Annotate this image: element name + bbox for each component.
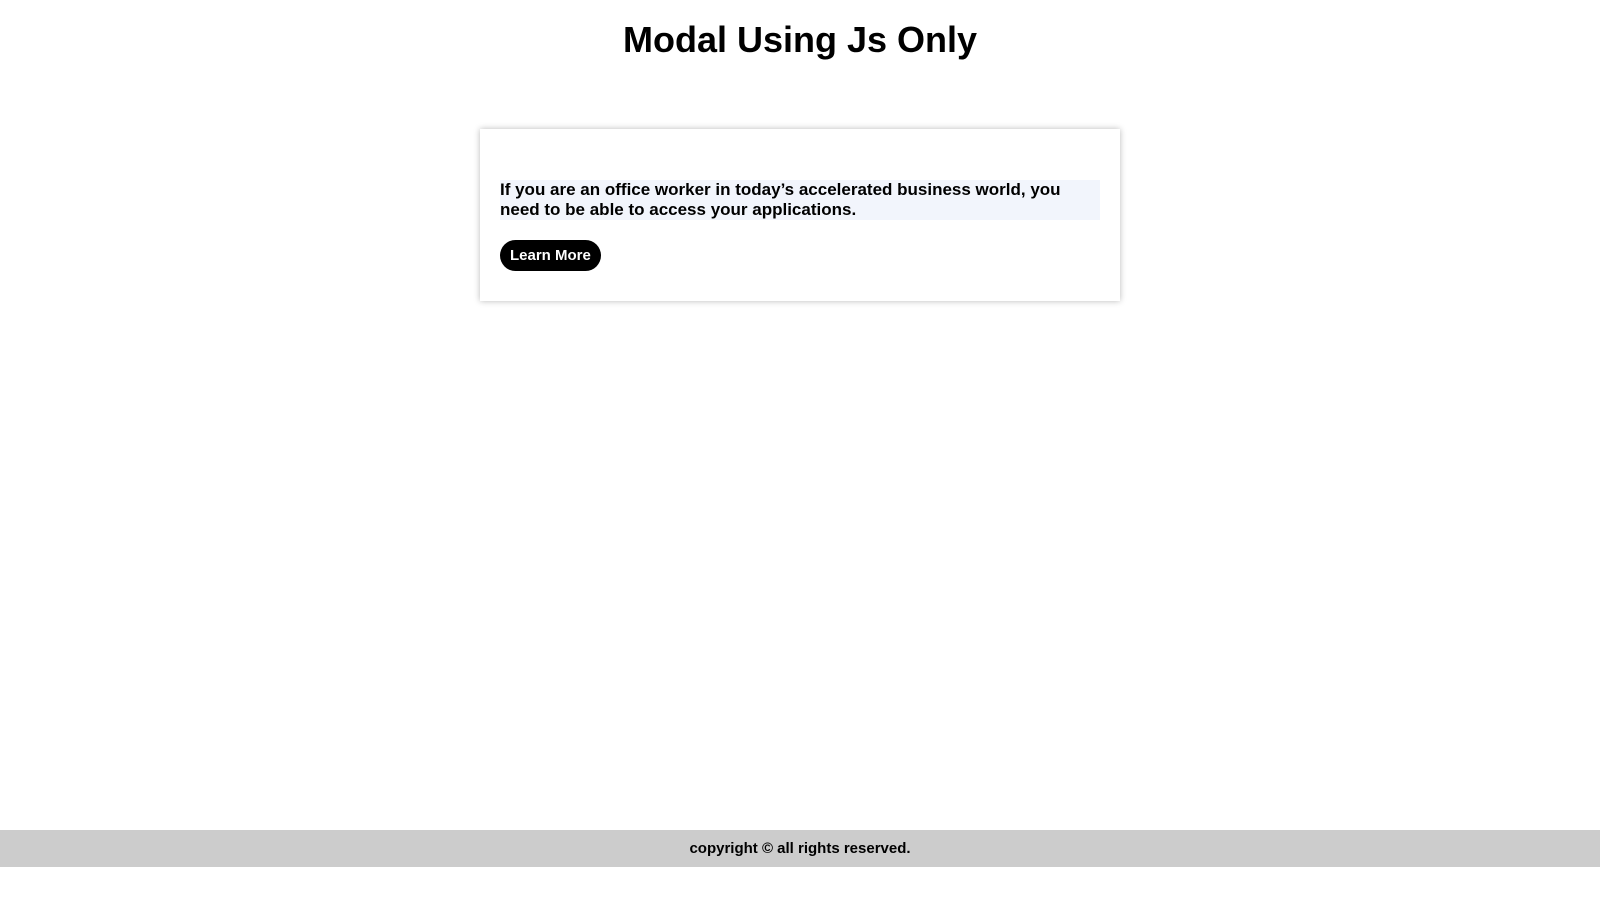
footer-copyright: copyright © all rights reserved. [689, 840, 911, 857]
learn-more-button[interactable]: Learn More [500, 240, 601, 271]
content-card: If you are an office worker in today’s a… [480, 129, 1120, 301]
page: Modal Using Js Only If you are an office… [0, 0, 1600, 900]
footer: copyright © all rights reserved. [0, 830, 1600, 867]
card-description: If you are an office worker in today’s a… [500, 180, 1100, 220]
page-title: Modal Using Js Only [622, 19, 978, 60]
